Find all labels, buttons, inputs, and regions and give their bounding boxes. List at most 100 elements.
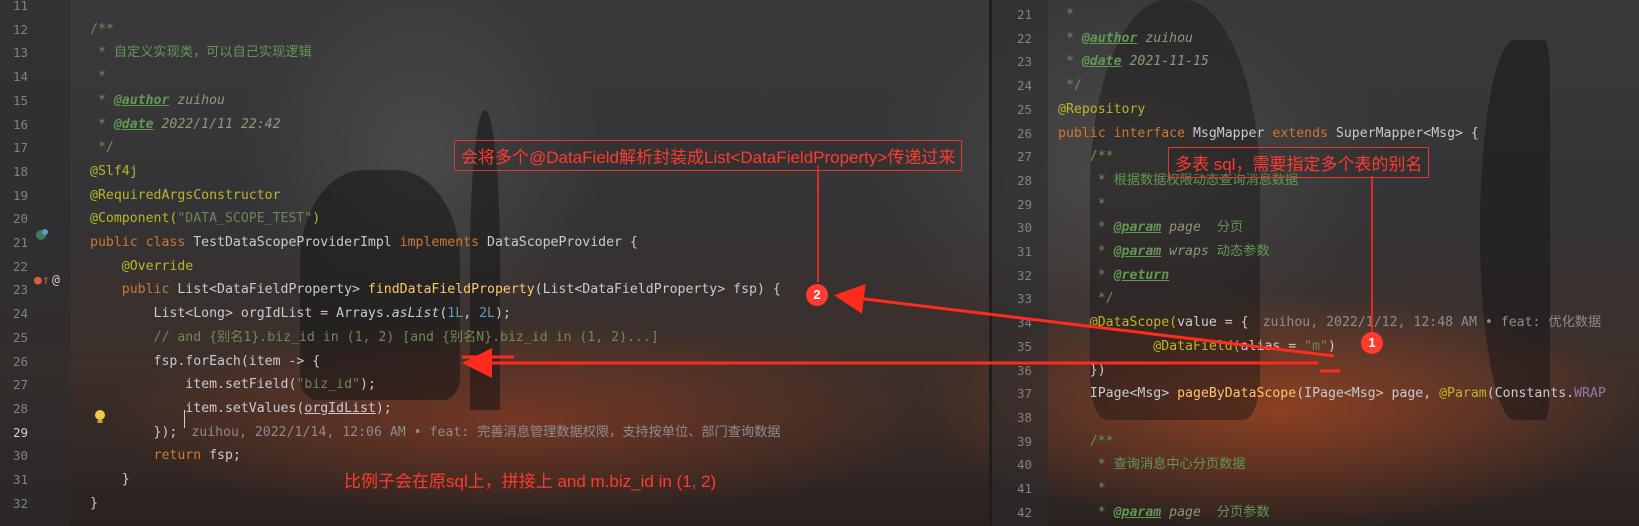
git-blame-annotation: zuihou, 2022/1/14, 12:06 AM • feat: 完善消息… xyxy=(191,424,781,440)
code-text[interactable]: * @param page 分页参数 xyxy=(1058,501,1270,525)
code-line[interactable]: 24 */ xyxy=(992,74,1639,98)
code-line[interactable]: 21 public class TestDataScopeProviderImpl… xyxy=(0,231,990,255)
code-text[interactable]: * @date 2022/1/11 22:42 xyxy=(90,113,281,137)
code-text[interactable]: /** xyxy=(1058,145,1114,169)
code-text[interactable]: IPage<Msg> pageByDataScope(IPage<Msg> pa… xyxy=(1058,382,1606,406)
code-text[interactable]: */ xyxy=(1058,74,1082,98)
code-line[interactable]: 12 /** xyxy=(0,18,990,42)
code-text[interactable]: /** xyxy=(1058,430,1114,454)
code-line[interactable]: 11 xyxy=(0,0,990,18)
code-token: "DATA_SCOPE_TEST" xyxy=(177,211,313,227)
code-text[interactable]: @RequiredArgsConstructor xyxy=(90,184,281,208)
left-editor-pane[interactable]: 11 12/** 13 * 自定义实现类，可以自己实现逻辑 14 * 15 * @aut… xyxy=(0,0,990,526)
code-line[interactable]: 35 @DataField(alias = "m") xyxy=(992,335,1639,359)
code-line[interactable]: 33 */ xyxy=(992,287,1639,311)
code-line[interactable]: 37 IPage<Msg> pageByDataScope(IPage<Msg>… xyxy=(992,382,1639,406)
code-text[interactable]: */ xyxy=(1058,287,1114,311)
code-text[interactable]: * 查询消息中心分页数据 xyxy=(1058,453,1246,477)
code-line[interactable]: 15 * @author zuihou xyxy=(0,89,990,113)
code-line[interactable]: 20 @Component("DATA_SCOPE_TEST") xyxy=(0,207,990,231)
note-sql-append: 比例子会在原sql上，拼接上 and m.biz_id in (1, 2) xyxy=(344,472,717,491)
code-text[interactable]: * xyxy=(1058,3,1074,27)
code-text[interactable]: public List<DataFieldProperty> findDataF… xyxy=(90,278,781,302)
code-line[interactable]: 32} xyxy=(0,492,990,516)
code-text[interactable]: } xyxy=(90,468,130,492)
code-line[interactable]: 42 * @param page 分页参数 xyxy=(992,501,1639,525)
code-text[interactable]: @DataField(alias = "m") xyxy=(1058,335,1336,359)
code-text[interactable]: * xyxy=(1058,193,1106,217)
code-token: zuihou xyxy=(169,92,225,108)
code-text[interactable]: @Repository xyxy=(1058,98,1145,122)
code-text[interactable]: */ xyxy=(90,136,114,160)
code-text[interactable]: item.setValues(orgIdList); xyxy=(90,397,391,421)
code-text[interactable]: @DataScope(value = {zuihou, 2022/1/12, 1… xyxy=(1058,311,1601,335)
code-text[interactable]: @Component("DATA_SCOPE_TEST") xyxy=(90,207,320,231)
code-line[interactable]: 27 item.setField("biz_id"); xyxy=(0,373,990,397)
code-text[interactable]: @Override xyxy=(90,255,193,279)
code-text[interactable]: List<Long> orgIdList = Arrays.asList(1L,… xyxy=(90,302,511,326)
code-line[interactable]: 16 * @date 2022/1/11 22:42 xyxy=(0,113,990,137)
code-line[interactable]: 36 }) xyxy=(992,359,1639,383)
code-line[interactable]: 29 * xyxy=(992,193,1639,217)
code-text[interactable]: public interface MsgMapper extends Super… xyxy=(1058,122,1479,146)
code-line[interactable]: 24 List<Long> orgIdList = Arrays.asList(… xyxy=(0,302,990,326)
code-line[interactable]: 39 /** xyxy=(992,430,1639,454)
code-line[interactable]: 13 * 自定义实现类，可以自己实现逻辑 xyxy=(0,41,990,65)
code-line[interactable]: 19 @RequiredArgsConstructor xyxy=(0,184,990,208)
code-text[interactable]: return fsp; xyxy=(90,444,241,468)
code-line[interactable]: 25 @Repository xyxy=(992,98,1639,122)
code-token: * 查询消息中心分页数据 xyxy=(1058,457,1246,473)
code-line[interactable]: 23 * @date 2021-11-15 xyxy=(992,50,1639,74)
code-text[interactable]: /** xyxy=(90,18,114,42)
line-number: 25 xyxy=(1016,101,1032,117)
callout-multi-table-alias: 多表 sql，需要指定多个表的别名 xyxy=(1168,147,1430,178)
code-text[interactable]: item.setField("biz_id"); xyxy=(90,373,376,397)
override-arrow-icon[interactable]: ●↑ xyxy=(34,273,50,288)
code-text[interactable]: * @date 2021-11-15 xyxy=(1058,50,1209,74)
code-text[interactable]: * 自定义实现类，可以自己实现逻辑 xyxy=(90,41,312,65)
code-token: 分页参数 xyxy=(1208,504,1270,520)
code-text[interactable]: * xyxy=(90,65,106,89)
code-line[interactable]: 26 fsp.forEach(item -> { xyxy=(0,350,990,374)
code-line[interactable]: 31 * @param wraps 动态参数 xyxy=(992,240,1639,264)
code-text[interactable]: }) xyxy=(1058,359,1106,383)
line-number: 22 xyxy=(12,258,28,274)
code-line[interactable]: 30 * @param page 分页 xyxy=(992,216,1639,240)
code-line[interactable]: 30 return fsp; xyxy=(0,444,990,468)
line-number: 33 xyxy=(1016,291,1032,307)
code-line[interactable]: 40 * 查询消息中心分页数据 xyxy=(992,453,1639,477)
code-line[interactable]: 34 @DataScope(value = {zuihou, 2022/1/12… xyxy=(992,311,1639,335)
code-line[interactable]: 22 @Override xyxy=(0,255,990,279)
code-text[interactable]: public class TestDataScopeProviderImpl i… xyxy=(90,231,638,255)
line-number: 26 xyxy=(12,353,28,369)
code-text[interactable]: * @param wraps 动态参数 xyxy=(1058,240,1270,264)
code-line[interactable]: 23 public List<DataFieldProperty> findDa… xyxy=(0,278,990,302)
code-text[interactable]: } xyxy=(90,492,98,516)
code-line[interactable]: 32 * @return xyxy=(992,264,1639,288)
code-text[interactable]: fsp.forEach(item -> { xyxy=(90,350,321,374)
code-text[interactable]: * @param page 分页 xyxy=(1058,216,1244,240)
code-line[interactable]: 26 public interface MsgMapper extends Sup… xyxy=(992,122,1639,146)
code-token: item.setValues( xyxy=(90,400,305,416)
code-line[interactable]: 29 }); zuihou, 2022/1/14, 12:06 AM • feat… xyxy=(0,421,990,445)
code-line[interactable]: 21 * xyxy=(992,3,1639,27)
code-line[interactable]: 28 item.setValues(orgIdList); xyxy=(0,397,990,421)
code-line[interactable]: 41 * xyxy=(992,477,1639,501)
code-text[interactable]: * xyxy=(1058,477,1106,501)
code-line[interactable]: 22 * @author zuihou xyxy=(992,27,1639,51)
code-text[interactable]: @Slf4j xyxy=(90,160,138,184)
code-text[interactable]: }); zuihou, 2022/1/14, 12:06 AM • feat: 完… xyxy=(90,421,781,445)
line-number: 36 xyxy=(1016,362,1032,378)
code-line[interactable]: 25 // and {别名1}.biz_id in (1, 2) [and {别… xyxy=(0,326,990,350)
implementing-class-icon[interactable] xyxy=(34,227,50,243)
code-text[interactable]: // and {别名1}.biz_id in (1, 2) [and {别名N}… xyxy=(90,326,659,350)
right-editor-pane[interactable]: 21 * 22 * @author zuihou 23 * @date 2021-1… xyxy=(992,0,1639,526)
code-line[interactable]: 14 * xyxy=(0,65,990,89)
code-line[interactable]: 38 xyxy=(992,406,1639,430)
line-number: 29 xyxy=(12,424,28,440)
lightbulb-icon[interactable] xyxy=(94,409,106,425)
code-text[interactable]: * @return xyxy=(1058,264,1169,288)
code-text[interactable]: * @author zuihou xyxy=(1058,27,1193,51)
code-text[interactable]: * @author zuihou xyxy=(90,89,225,113)
line-number: 22 xyxy=(1016,30,1032,46)
